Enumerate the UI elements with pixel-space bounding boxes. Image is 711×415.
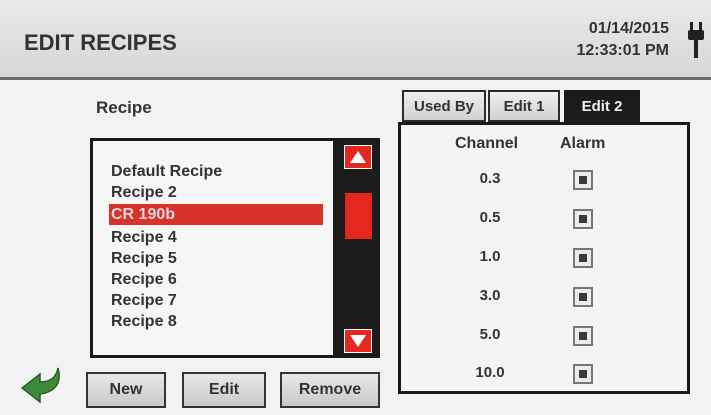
datetime-display: 01/14/2015 12:33:01 PM	[577, 18, 670, 62]
time-label: 12:33:01 PM	[576, 42, 670, 59]
list-item[interactable]: Recipe 4	[109, 227, 323, 248]
arrow-up-icon	[350, 151, 366, 163]
list-item[interactable]: Recipe 7	[109, 290, 323, 311]
new-button[interactable]: New	[86, 372, 166, 408]
remove-button[interactable]: Remove	[280, 372, 380, 408]
alarm-checkbox[interactable]	[573, 287, 593, 307]
alarm-settings-panel	[398, 122, 690, 394]
recipe-list-scrollbar[interactable]	[336, 138, 380, 358]
channel-value: 0.5	[479, 209, 501, 226]
channel-value: 5.0	[479, 326, 501, 343]
date-label: 01/14/2015	[588, 20, 669, 37]
channel-value: 3.0	[479, 287, 501, 304]
channel-value: 10.0	[475, 364, 505, 381]
recipe-label: Recipe	[96, 98, 152, 117]
list-item[interactable]: Default Recipe	[109, 161, 323, 182]
scroll-down-button[interactable]	[344, 329, 372, 353]
arrow-down-icon	[350, 335, 366, 347]
list-item[interactable]: Recipe 8	[109, 311, 323, 332]
tab-edit-1[interactable]: Edit 1	[488, 90, 560, 122]
edit-button[interactable]: Edit	[182, 372, 266, 408]
alarm-checkbox[interactable]	[573, 209, 593, 229]
alarm-column-header: Alarm	[560, 135, 606, 152]
alarm-checkbox[interactable]	[573, 248, 593, 268]
scroll-up-button[interactable]	[344, 145, 372, 169]
channel-column-header: Channel	[455, 135, 519, 152]
alarm-checkbox[interactable]	[573, 170, 593, 190]
channel-value: 0.3	[479, 170, 501, 187]
tab-edit-2[interactable]: Edit 2	[564, 90, 640, 122]
header-bar: EDIT RECIPES 01/14/2015 12:33:01 PM	[0, 0, 711, 80]
recipe-list[interactable]: Default Recipe Recipe 2 CR 190b Recipe 4…	[90, 138, 336, 358]
plug-icon	[688, 22, 704, 58]
list-item[interactable]: Recipe 6	[109, 269, 323, 290]
tab-used-by[interactable]: Used By	[402, 90, 486, 122]
channel-value: 1.0	[479, 248, 501, 265]
page-title: EDIT RECIPES	[24, 30, 177, 55]
back-arrow-icon[interactable]	[18, 364, 66, 406]
scroll-thumb[interactable]	[345, 193, 372, 239]
alarm-checkbox[interactable]	[573, 326, 593, 346]
alarm-checkbox[interactable]	[573, 364, 593, 384]
list-item[interactable]: Recipe 5	[109, 248, 323, 269]
list-item-selected[interactable]: CR 190b	[109, 204, 323, 225]
list-item[interactable]: Recipe 2	[109, 182, 323, 203]
